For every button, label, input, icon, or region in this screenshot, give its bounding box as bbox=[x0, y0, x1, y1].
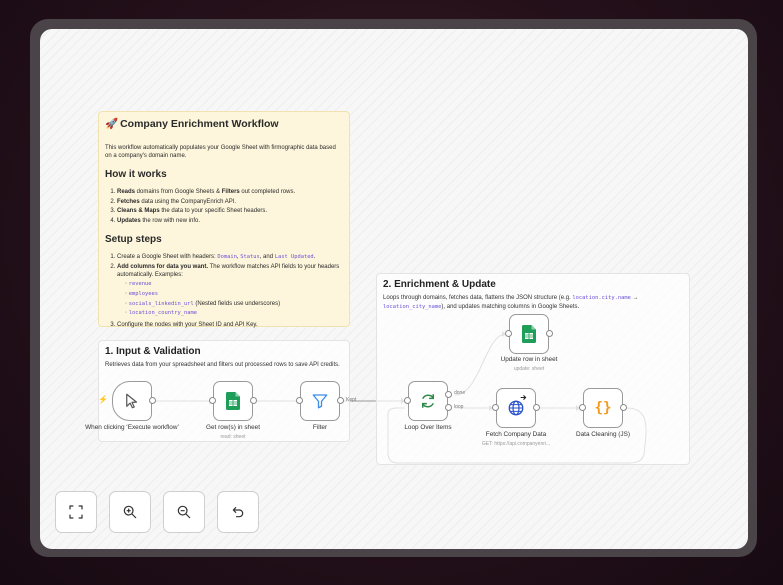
node-label: When clicking ‘Execute workflow’ bbox=[85, 424, 179, 431]
list-item: Reads domains from Google Sheets & Filte… bbox=[117, 188, 343, 196]
node-manual-trigger[interactable] bbox=[112, 381, 152, 421]
rocket-icon: 🚀 bbox=[105, 118, 119, 130]
list-item: employees bbox=[125, 290, 343, 299]
output-handle[interactable] bbox=[533, 404, 540, 411]
globe-icon bbox=[508, 400, 524, 416]
node-label: Fetch Company Data bbox=[485, 431, 547, 438]
input-handle[interactable] bbox=[404, 397, 411, 404]
list-item: Cleans & Maps the data to your specific … bbox=[117, 207, 343, 215]
example-fields-list: revenue employees socials_linkedin_url (… bbox=[117, 280, 343, 317]
node-loop-over-items[interactable] bbox=[408, 381, 448, 421]
input-handle[interactable] bbox=[492, 404, 499, 411]
output-handle[interactable] bbox=[149, 397, 156, 404]
sticky-note-overview[interactable]: 🚀 Company Enrichment Workflow This workfl… bbox=[98, 111, 350, 329]
filter-icon bbox=[312, 394, 328, 409]
input-handle[interactable] bbox=[296, 397, 303, 404]
output-handle[interactable] bbox=[250, 397, 257, 404]
svg-text:{}: {} bbox=[594, 400, 611, 416]
undo-icon bbox=[232, 506, 244, 518]
list-item: Create a Google Sheet with headers: Doma… bbox=[117, 253, 343, 262]
node-label: Get row(s) in sheet bbox=[206, 424, 260, 431]
setup-steps-heading: Setup steps bbox=[105, 234, 162, 246]
node-data-cleaning[interactable]: {} bbox=[583, 388, 623, 428]
edge-label-loop: loop bbox=[454, 404, 464, 410]
output-handle-loop[interactable] bbox=[445, 404, 452, 411]
reset-zoom-button[interactable] bbox=[217, 491, 259, 533]
node-get-rows[interactable] bbox=[213, 381, 253, 421]
zoom-out-button[interactable] bbox=[163, 491, 205, 533]
node-fetch-company-data[interactable] bbox=[496, 388, 536, 428]
list-item: Fetches data using the CompanyEnrich API… bbox=[117, 198, 343, 206]
list-item: Add columns for data you want. The workf… bbox=[117, 263, 343, 318]
zoom-in-icon bbox=[123, 505, 137, 519]
node-label: Filter bbox=[312, 424, 328, 431]
node-subtitle: GET: https://api.companyenri... bbox=[481, 441, 551, 447]
list-item: location_country_name bbox=[125, 309, 343, 318]
input-handle[interactable] bbox=[209, 397, 216, 404]
edge-label-done: done bbox=[454, 390, 466, 396]
edge-label-kept: Kept bbox=[346, 397, 357, 403]
sticky-intro: This workflow automatically populates yo… bbox=[105, 144, 336, 160]
list-item: socials_linkedin_url (Nested fields use … bbox=[125, 300, 343, 309]
how-it-works-list: Reads domains from Google Sheets & Filte… bbox=[105, 188, 343, 225]
workflow-canvas[interactable]: 🚀 Company Enrichment Workflow This workfl… bbox=[40, 29, 748, 549]
google-sheets-icon bbox=[522, 325, 536, 343]
trigger-bolt-icon: ⚡ bbox=[98, 395, 108, 404]
fit-view-button[interactable] bbox=[55, 491, 97, 533]
how-it-works-heading: How it works bbox=[105, 169, 167, 181]
zoom-in-button[interactable] bbox=[109, 491, 151, 533]
output-handle[interactable] bbox=[337, 397, 344, 404]
node-subtitle: read: sheet bbox=[220, 434, 246, 440]
sticky-desc: Retrieves data from your spreadsheet and… bbox=[105, 362, 340, 368]
input-handle[interactable] bbox=[579, 404, 586, 411]
output-handle[interactable] bbox=[546, 330, 553, 337]
zoom-out-icon bbox=[177, 505, 191, 519]
cursor-icon bbox=[126, 393, 138, 409]
node-label: Data Cleaning (JS) bbox=[576, 431, 630, 438]
sticky-title: 2. Enrichment & Update bbox=[383, 279, 496, 290]
output-handle-done[interactable] bbox=[445, 391, 452, 398]
sticky-title: 🚀 Company Enrichment Workflow bbox=[105, 118, 279, 130]
node-label: Update row in sheet bbox=[500, 356, 558, 363]
sticky-desc: Loops through domains, fetches data, fla… bbox=[383, 295, 639, 310]
refresh-icon bbox=[422, 394, 434, 408]
code-braces-icon: {} bbox=[594, 400, 611, 416]
list-item: Configure the nodes with your Sheet ID a… bbox=[117, 321, 343, 329]
node-update-row[interactable] bbox=[509, 314, 549, 354]
node-filter[interactable] bbox=[300, 381, 340, 421]
output-handle[interactable] bbox=[620, 404, 627, 411]
google-sheets-icon bbox=[226, 392, 240, 410]
list-item: revenue bbox=[125, 280, 343, 289]
node-subtitle: update: sheet bbox=[513, 366, 545, 372]
sticky-title: 1. Input & Validation bbox=[105, 346, 201, 357]
input-handle[interactable] bbox=[505, 330, 512, 337]
node-label: Loop Over Items bbox=[404, 424, 452, 431]
setup-steps-list: Create a Google Sheet with headers: Doma… bbox=[105, 253, 343, 329]
list-item: Updates the row with new info. bbox=[117, 217, 343, 225]
fit-view-icon bbox=[69, 505, 83, 519]
arrow-right-icon bbox=[520, 395, 527, 400]
